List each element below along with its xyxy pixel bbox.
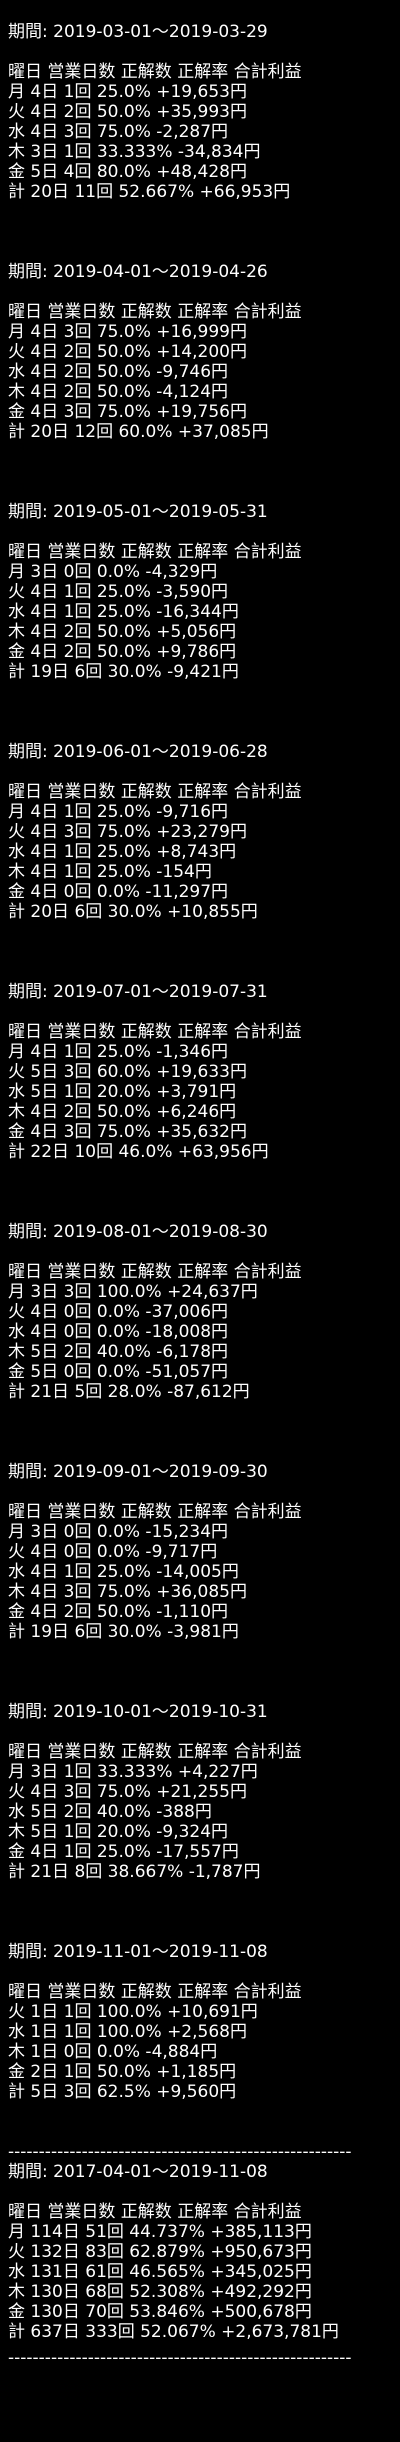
result-row: 金 4日 0回 0.0% -11,297円	[8, 882, 229, 902]
period-section: 期間: 2019-10-01～2019-10-31 曜日 営業日数 正解数 正解…	[8, 1702, 400, 1882]
log-document: 期間: 2019-03-01～2019-03-29 曜日 営業日数 正解数 正解…	[0, 0, 400, 2368]
column-header-line: 曜日 営業日数 正解数 正解率 合計利益	[8, 2202, 302, 2222]
column-header-line: 曜日 営業日数 正解数 正解率 合計利益	[8, 542, 302, 562]
result-row: 木 130日 68回 52.308% +492,292円	[8, 2282, 312, 2302]
period-section: 期間: 2019-11-01～2019-11-08 曜日 営業日数 正解数 正解…	[8, 1942, 400, 2102]
period-line: 期間: 2019-03-01～2019-03-29	[8, 22, 268, 42]
total-row: 計 20日 11回 52.667% +66,953円	[8, 182, 291, 202]
period-section: 期間: 2019-04-01～2019-04-26 曜日 営業日数 正解数 正解…	[8, 262, 400, 442]
column-header-line: 曜日 営業日数 正解数 正解率 合計利益	[8, 1982, 302, 2002]
period-section: 期間: 2019-03-01～2019-03-29 曜日 営業日数 正解数 正解…	[8, 22, 400, 202]
total-row: 計 20日 12回 60.0% +37,085円	[8, 422, 269, 442]
column-header-line: 曜日 営業日数 正解数 正解率 合計利益	[8, 1262, 302, 1282]
total-row: 計 19日 6回 30.0% -3,981円	[8, 1622, 239, 1642]
column-header-line: 曜日 営業日数 正解数 正解率 合計利益	[8, 1022, 302, 1042]
result-row: 金 5日 0回 0.0% -51,057円	[8, 1362, 229, 1382]
result-row: 木 4日 2回 50.0% +6,246円	[8, 1102, 237, 1122]
period-line: 期間: 2019-04-01～2019-04-26	[8, 262, 268, 282]
result-row: 月 4日 1回 25.0% -9,716円	[8, 802, 229, 822]
total-row: 計 21日 8回 38.667% -1,787円	[8, 1862, 261, 1882]
result-row: 水 4日 2回 50.0% -9,746円	[8, 362, 229, 382]
result-row: 月 4日 3回 75.0% +16,999円	[8, 322, 247, 342]
period-section: 期間: 2019-07-01～2019-07-31 曜日 営業日数 正解数 正解…	[8, 982, 400, 1162]
result-row: 木 4日 3回 75.0% +36,085円	[8, 1582, 247, 1602]
period-line: 期間: 2019-08-01～2019-08-30	[8, 1222, 268, 1242]
result-row: 水 5日 1回 20.0% +3,791円	[8, 1082, 237, 1102]
result-row: 水 4日 0回 0.0% -18,008円	[8, 1322, 229, 1342]
total-row: 計 5日 3回 62.5% +9,560円	[8, 2082, 237, 2102]
period-line: 期間: 2017-04-01～2019-11-08	[8, 2162, 268, 2182]
result-row: 水 4日 3回 75.0% -2,287円	[8, 122, 229, 142]
column-header-line: 曜日 営業日数 正解数 正解率 合計利益	[8, 1742, 302, 1762]
result-row: 木 3日 1回 33.333% -34,834円	[8, 142, 261, 162]
column-header-line: 曜日 営業日数 正解数 正解率 合計利益	[8, 302, 302, 322]
period-line: 期間: 2019-06-01～2019-06-28	[8, 742, 268, 762]
result-row: 月 3日 0回 0.0% -15,234円	[8, 1522, 229, 1542]
result-row: 木 5日 1回 20.0% -9,324円	[8, 1822, 229, 1842]
result-row: 月 4日 1回 25.0% -1,346円	[8, 1042, 229, 1062]
result-row: 金 4日 2回 50.0% -1,110円	[8, 1602, 229, 1622]
result-row: 金 4日 2回 50.0% +9,786円	[8, 642, 237, 662]
result-row: 月 114日 51回 44.737% +385,113円	[8, 2222, 312, 2242]
result-row: 水 4日 1回 25.0% -14,005円	[8, 1562, 239, 1582]
result-row: 火 4日 2回 50.0% +35,993円	[8, 102, 247, 122]
total-row: 計 21日 5回 28.0% -87,612円	[8, 1382, 250, 1402]
column-header-line: 曜日 営業日数 正解数 正解率 合計利益	[8, 782, 302, 802]
period-line: 期間: 2019-07-01～2019-07-31	[8, 982, 268, 1002]
result-row: 金 4日 1回 25.0% -17,557円	[8, 1842, 239, 1862]
period-section: 期間: 2019-05-01～2019-05-31 曜日 営業日数 正解数 正解…	[8, 502, 400, 682]
result-row: 月 3日 1回 33.333% +4,227円	[8, 1762, 258, 1782]
result-row: 火 4日 0回 0.0% -9,717円	[8, 1542, 218, 1562]
result-row: 月 3日 0回 0.0% -4,329円	[8, 562, 218, 582]
period-line: 期間: 2019-09-01～2019-09-30	[8, 1462, 268, 1482]
period-section: 期間: 2019-06-01～2019-06-28 曜日 営業日数 正解数 正解…	[8, 742, 400, 922]
divider-line: ----------------------------------------…	[8, 2348, 352, 2368]
result-row: 火 132日 83回 62.879% +950,673円	[8, 2242, 312, 2262]
result-row: 水 4日 1回 25.0% +8,743円	[8, 842, 237, 862]
result-row: 木 4日 1回 25.0% -154円	[8, 862, 212, 882]
result-row: 火 4日 3回 75.0% +21,255円	[8, 1782, 247, 1802]
result-row: 木 5日 2回 40.0% -6,178円	[8, 1342, 229, 1362]
column-header-line: 曜日 営業日数 正解数 正解率 合計利益	[8, 1502, 302, 1522]
result-row: 金 5日 4回 80.0% +48,428円	[8, 162, 247, 182]
result-row: 水 5日 2回 40.0% -388円	[8, 1802, 212, 1822]
result-row: 金 4日 3回 75.0% +35,632円	[8, 1122, 247, 1142]
period-line: 期間: 2019-05-01～2019-05-31	[8, 502, 268, 522]
total-row: 計 22日 10回 46.0% +63,956円	[8, 1142, 269, 1162]
result-row: 水 1日 1回 100.0% +2,568円	[8, 2022, 247, 2042]
result-row: 月 3日 3回 100.0% +24,637円	[8, 1282, 258, 1302]
result-row: 木 1日 0回 0.0% -4,884円	[8, 2042, 218, 2062]
total-row: 計 19日 6回 30.0% -9,421円	[8, 662, 239, 682]
result-row: 火 4日 2回 50.0% +14,200円	[8, 342, 247, 362]
result-row: 金 130日 70回 53.846% +500,678円	[8, 2302, 312, 2322]
result-row: 水 131日 61回 46.565% +345,025円	[8, 2262, 312, 2282]
result-row: 火 4日 1回 25.0% -3,590円	[8, 582, 229, 602]
result-row: 金 2日 1回 50.0% +1,185円	[8, 2062, 237, 2082]
result-row: 水 4日 1回 25.0% -16,344円	[8, 602, 239, 622]
period-section: 期間: 2019-08-01～2019-08-30 曜日 営業日数 正解数 正解…	[8, 1222, 400, 1402]
total-row: 計 637日 333回 52.067% +2,673,781円	[8, 2322, 339, 2342]
result-row: 火 4日 0回 0.0% -37,006円	[8, 1302, 229, 1322]
result-row: 木 4日 2回 50.0% +5,056円	[8, 622, 237, 642]
summary-section: 期間: 2017-04-01～2019-11-08 曜日 営業日数 正解数 正解…	[8, 2162, 400, 2342]
result-row: 月 4日 1回 25.0% +19,653円	[8, 82, 247, 102]
total-row: 計 20日 6回 30.0% +10,855円	[8, 902, 258, 922]
result-row: 火 4日 3回 75.0% +23,279円	[8, 822, 247, 842]
result-row: 金 4日 3回 75.0% +19,756円	[8, 402, 247, 422]
result-row: 火 1日 1回 100.0% +10,691円	[8, 2002, 258, 2022]
period-line: 期間: 2019-10-01～2019-10-31	[8, 1702, 268, 1722]
period-line: 期間: 2019-11-01～2019-11-08	[8, 1942, 268, 1962]
column-header-line: 曜日 営業日数 正解数 正解率 合計利益	[8, 62, 302, 82]
result-row: 火 5日 3回 60.0% +19,633円	[8, 1062, 247, 1082]
divider-line: ----------------------------------------…	[8, 2142, 352, 2162]
period-section: 期間: 2019-09-01～2019-09-30 曜日 営業日数 正解数 正解…	[8, 1462, 400, 1642]
result-row: 木 4日 2回 50.0% -4,124円	[8, 382, 229, 402]
